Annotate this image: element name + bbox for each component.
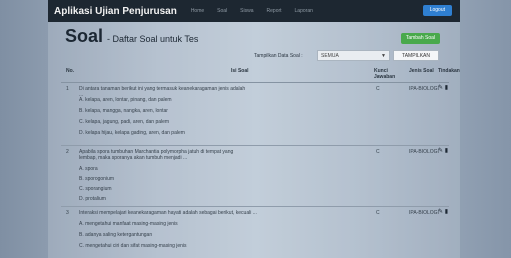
answer-key: C bbox=[376, 149, 380, 155]
answer-key: C bbox=[376, 86, 380, 92]
answer-key: C bbox=[376, 210, 380, 216]
filter-label: Tampilkan Data Soal : bbox=[254, 53, 303, 59]
row-actions: ✎ ▮ bbox=[438, 209, 448, 215]
option-c: C. mengetahui ciri dan sifat masing-masi… bbox=[79, 243, 187, 249]
trash-icon[interactable]: ▮ bbox=[445, 209, 448, 215]
table-row: 3 Interaksi mempelajari keanekaragaman h… bbox=[61, 206, 449, 258]
nav-siswa[interactable]: Siswa bbox=[240, 8, 253, 14]
filter-select-value: SEMUA bbox=[321, 53, 339, 59]
option-c: C. kelapa, jagung, padi, aren, dan palem bbox=[79, 119, 170, 125]
header-no: No. bbox=[66, 68, 75, 74]
row-actions: ✎ ▮ bbox=[438, 85, 448, 91]
pencil-icon[interactable]: ✎ bbox=[438, 85, 443, 91]
option-b: B. kelapa, mangga, nangka, aren, lontar bbox=[79, 108, 168, 114]
table-row: 1 Di antara tanaman berikut ini yang ter… bbox=[61, 82, 449, 146]
trash-icon[interactable]: ▮ bbox=[445, 85, 448, 91]
nav-soal[interactable]: Soal bbox=[217, 8, 227, 14]
header-jenis: Jenis Soal bbox=[409, 68, 434, 74]
show-button[interactable]: TAMPILKAN bbox=[393, 50, 439, 61]
option-c: C. sporangium bbox=[79, 186, 112, 192]
table-row: 2 Apabila spora tumbuhan Marchantia poly… bbox=[61, 145, 449, 207]
page-title: Soal bbox=[65, 26, 104, 46]
pencil-icon[interactable]: ✎ bbox=[438, 148, 443, 154]
option-b: B. adanya saling ketergantungan bbox=[79, 232, 153, 238]
option-a: A. mengetahui manfaat masing-masing jeni… bbox=[79, 221, 178, 227]
row-actions: ✎ ▮ bbox=[438, 148, 448, 154]
option-d: D. kelapa hijau, kelapa gading, aren, da… bbox=[79, 130, 185, 136]
question-text: Interaksi mempelajari keanekaragaman hay… bbox=[79, 210, 257, 216]
add-question-button[interactable]: Tambah Soal bbox=[400, 33, 440, 44]
page-heading: Soal - Daftar Soal untuk Tes bbox=[65, 26, 198, 47]
main-panel: Soal - Daftar Soal untuk Tes Tambah Soal… bbox=[48, 22, 460, 258]
page-subtitle: - Daftar Soal untuk Tes bbox=[107, 34, 199, 44]
table-header: No. Isi Soal Kunci Jawaban Jenis Soal Ti… bbox=[61, 65, 460, 83]
nav-report[interactable]: Report bbox=[267, 8, 282, 14]
header-tindakan: Tindakan bbox=[438, 68, 460, 74]
filter-select[interactable]: SEMUA ▼ bbox=[317, 50, 390, 61]
row-number: 3 bbox=[66, 210, 69, 216]
chevron-down-icon: ▼ bbox=[381, 53, 386, 59]
nav-home[interactable]: Home bbox=[191, 8, 204, 14]
header-kunci-2: Jawaban bbox=[374, 74, 396, 80]
option-d: D. protalium bbox=[79, 196, 106, 202]
question-type: IPA-BIOLOGI bbox=[409, 149, 439, 155]
logout-button[interactable]: Logout bbox=[422, 5, 452, 16]
question-text: Apabila spora tumbuhan Marchantia polymo… bbox=[79, 149, 234, 161]
pencil-icon[interactable]: ✎ bbox=[438, 209, 443, 215]
row-number: 1 bbox=[66, 86, 69, 92]
question-type: IPA-BIOLOGI bbox=[409, 86, 439, 92]
app-brand[interactable]: Aplikasi Ujian Penjurusan bbox=[54, 6, 177, 17]
option-a: A. kelapa, aren, lontar, pinang, dan pal… bbox=[79, 97, 172, 103]
option-b: B. sporogonium bbox=[79, 176, 115, 182]
question-type: IPA-BIOLOGI bbox=[409, 210, 439, 216]
option-a: A. spora bbox=[79, 166, 98, 172]
header-soal: Isi Soal bbox=[231, 68, 249, 74]
nav-laporan[interactable]: Laporan bbox=[295, 8, 313, 14]
trash-icon[interactable]: ▮ bbox=[445, 148, 448, 154]
row-number: 2 bbox=[66, 149, 69, 155]
top-navbar: Aplikasi Ujian Penjurusan Home Soal Sisw… bbox=[48, 0, 460, 22]
